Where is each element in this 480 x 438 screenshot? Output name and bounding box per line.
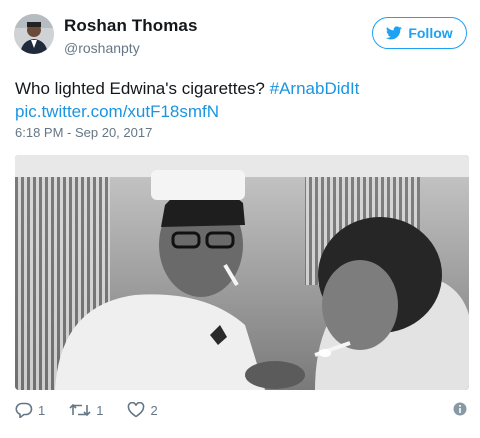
hashtag-link[interactable]: #ArnabDidIt (270, 79, 360, 98)
twitter-bird-icon (386, 26, 403, 40)
tweet-photo[interactable] (15, 155, 469, 390)
author-handle[interactable]: @roshanpty (64, 40, 140, 56)
tweet-timestamp[interactable]: 6:18 PM - Sep 20, 2017 (15, 125, 152, 140)
avatar-image (14, 14, 54, 54)
avatar[interactable] (14, 14, 54, 54)
like-count: 2 (150, 402, 158, 418)
retweet-count: 1 (96, 402, 104, 418)
follow-button[interactable]: Follow (372, 17, 467, 49)
reply-icon (15, 402, 33, 418)
follow-label: Follow (408, 25, 453, 41)
info-icon[interactable] (453, 402, 467, 416)
tweet-body: Who lighted Edwina's cigarettes? (15, 79, 265, 98)
photo-link[interactable]: pic.twitter.com/xutF18smfN (15, 102, 219, 121)
retweet-button[interactable]: 1 (69, 402, 103, 418)
retweet-icon (69, 403, 91, 417)
tweet-text: Who lighted Edwina's cigarettes? #ArnabD… (15, 77, 465, 123)
tweet-actions: 1 1 2 (15, 400, 182, 420)
reply-count: 1 (38, 402, 46, 418)
reply-button[interactable]: 1 (15, 402, 45, 418)
heart-icon (128, 402, 145, 418)
like-button[interactable]: 2 (127, 402, 158, 418)
photo-image (15, 155, 469, 390)
author-name[interactable]: Roshan Thomas (64, 16, 198, 36)
tweet-card: Roshan Thomas @roshanpty Follow Who ligh… (0, 0, 480, 438)
